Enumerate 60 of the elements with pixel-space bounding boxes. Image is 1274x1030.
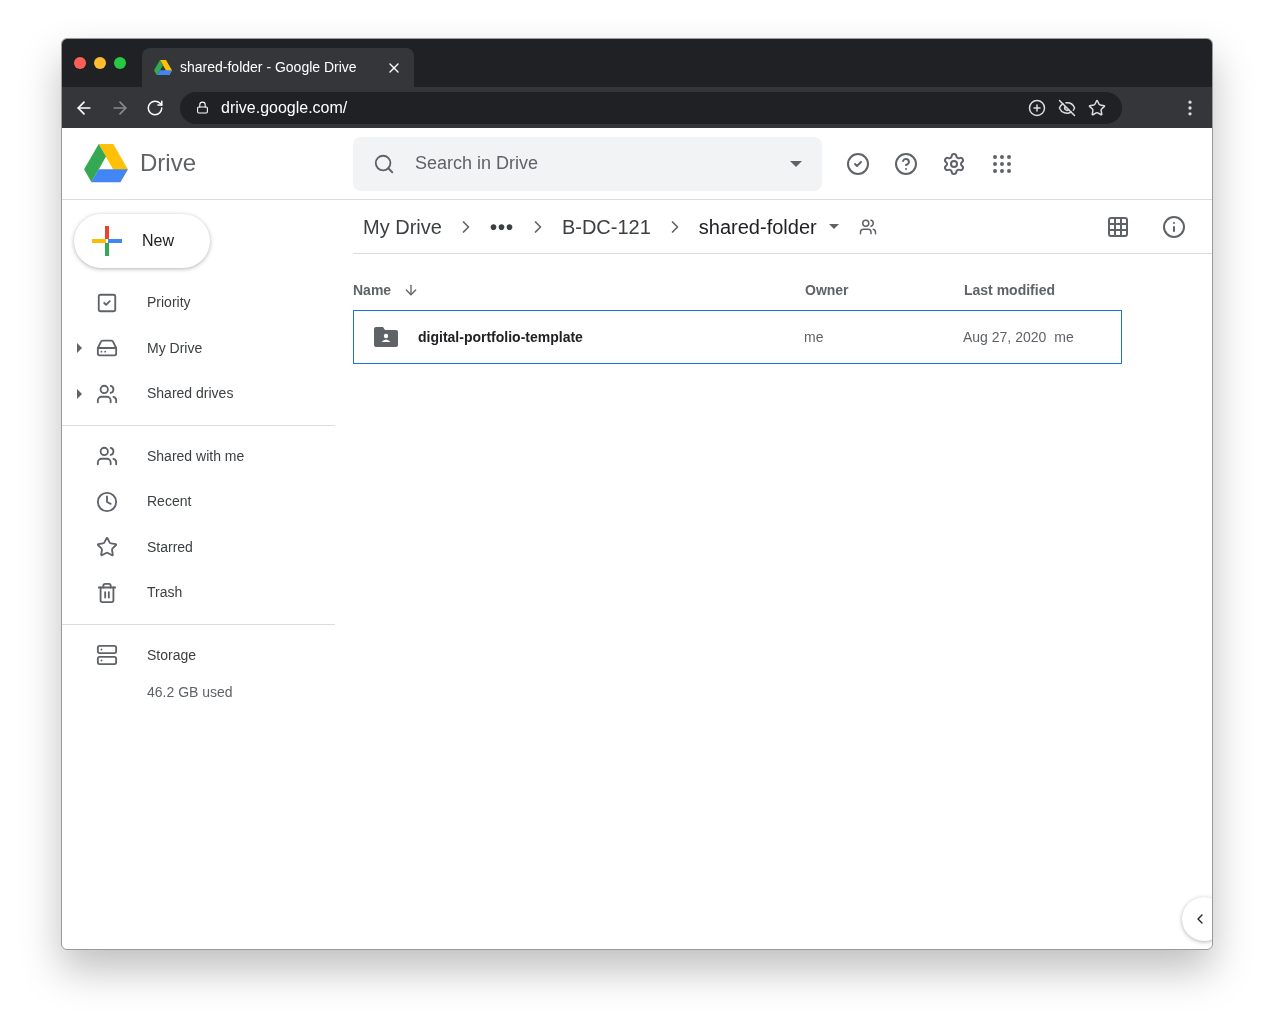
drive-logo xyxy=(84,144,128,183)
expand-arrow-icon[interactable] xyxy=(76,388,82,399)
url-text: drive.google.com/ xyxy=(221,97,349,118)
sidebar-item[interactable]: My Drive xyxy=(62,325,327,371)
info-icon[interactable] xyxy=(1162,214,1186,239)
dropdown-caret-icon[interactable] xyxy=(828,224,839,229)
eye-off-icon[interactable] xyxy=(1058,98,1076,117)
modified-by: me xyxy=(1054,327,1074,347)
address-bar[interactable]: drive.google.com/ xyxy=(180,91,1122,124)
checkbox-icon xyxy=(96,291,118,314)
add-icon[interactable] xyxy=(1028,98,1046,117)
trash-icon xyxy=(96,581,118,604)
close-window-icon[interactable] xyxy=(74,57,86,69)
breadcrumb[interactable]: shared-folder xyxy=(698,211,817,242)
breadcrumb[interactable]: B-DC-121 xyxy=(561,211,651,242)
sidebar-item[interactable]: Trash xyxy=(62,570,327,616)
expand-arrow-icon[interactable] xyxy=(76,343,82,354)
breadcrumb[interactable]: My Drive xyxy=(363,211,442,242)
plus-icon xyxy=(92,226,122,256)
minimize-window-icon[interactable] xyxy=(94,57,106,69)
grid-view-icon[interactable] xyxy=(1106,214,1130,239)
sort-arrow-icon[interactable] xyxy=(403,282,419,298)
help-icon[interactable] xyxy=(894,151,918,176)
file-row[interactable]: digital-portfolio-template me Aug 27, 2020 me xyxy=(353,310,1122,364)
breadcrumb[interactable]: ••• xyxy=(489,211,514,242)
sidebar-item[interactable]: Recent xyxy=(62,479,327,525)
drive-favicon xyxy=(154,59,172,76)
search-icon[interactable] xyxy=(373,152,395,175)
people-icon xyxy=(858,217,877,236)
sidebar-item[interactable]: Storage xyxy=(62,632,327,678)
sidebar-item[interactable]: Priority xyxy=(62,280,327,326)
storage-icon xyxy=(96,644,118,667)
reload-icon[interactable] xyxy=(146,98,164,117)
file-name: digital-portfolio-template xyxy=(418,327,584,347)
modified-date: Aug 27, 2020 xyxy=(963,327,1047,347)
tab-title: shared-folder - Google Drive xyxy=(180,58,358,77)
sidebar-item[interactable]: Starred xyxy=(62,524,327,570)
settings-icon[interactable] xyxy=(942,151,966,176)
search-field[interactable]: Search in Drive xyxy=(353,136,822,191)
app-name: Drive xyxy=(140,148,196,179)
lock-icon xyxy=(196,101,209,114)
browser-tab[interactable]: shared-folder - Google Drive xyxy=(142,48,414,87)
storage-used-text: 46.2 GB used xyxy=(147,683,234,702)
maximize-window-icon[interactable] xyxy=(114,57,126,69)
check-circle-icon[interactable] xyxy=(846,151,870,176)
shared-drive-icon xyxy=(96,382,118,405)
owner-cell-text: me xyxy=(804,327,825,347)
sidebar-item[interactable]: Shared drives xyxy=(62,371,327,417)
shared-folder-icon xyxy=(374,327,398,347)
column-header[interactable]: Owner xyxy=(805,279,964,301)
people-icon xyxy=(96,445,118,468)
star-icon xyxy=(96,536,118,559)
star-icon[interactable] xyxy=(1088,98,1106,117)
column-header[interactable]: Last modified xyxy=(964,279,1055,301)
column-header[interactable]: Name xyxy=(353,279,403,301)
new-button[interactable]: New xyxy=(74,214,210,268)
sidebar-item[interactable]: Shared with me xyxy=(62,433,327,479)
search-placeholder: Search in Drive xyxy=(415,152,540,175)
dropdown-caret-icon[interactable] xyxy=(790,160,802,167)
clock-icon xyxy=(96,490,118,513)
